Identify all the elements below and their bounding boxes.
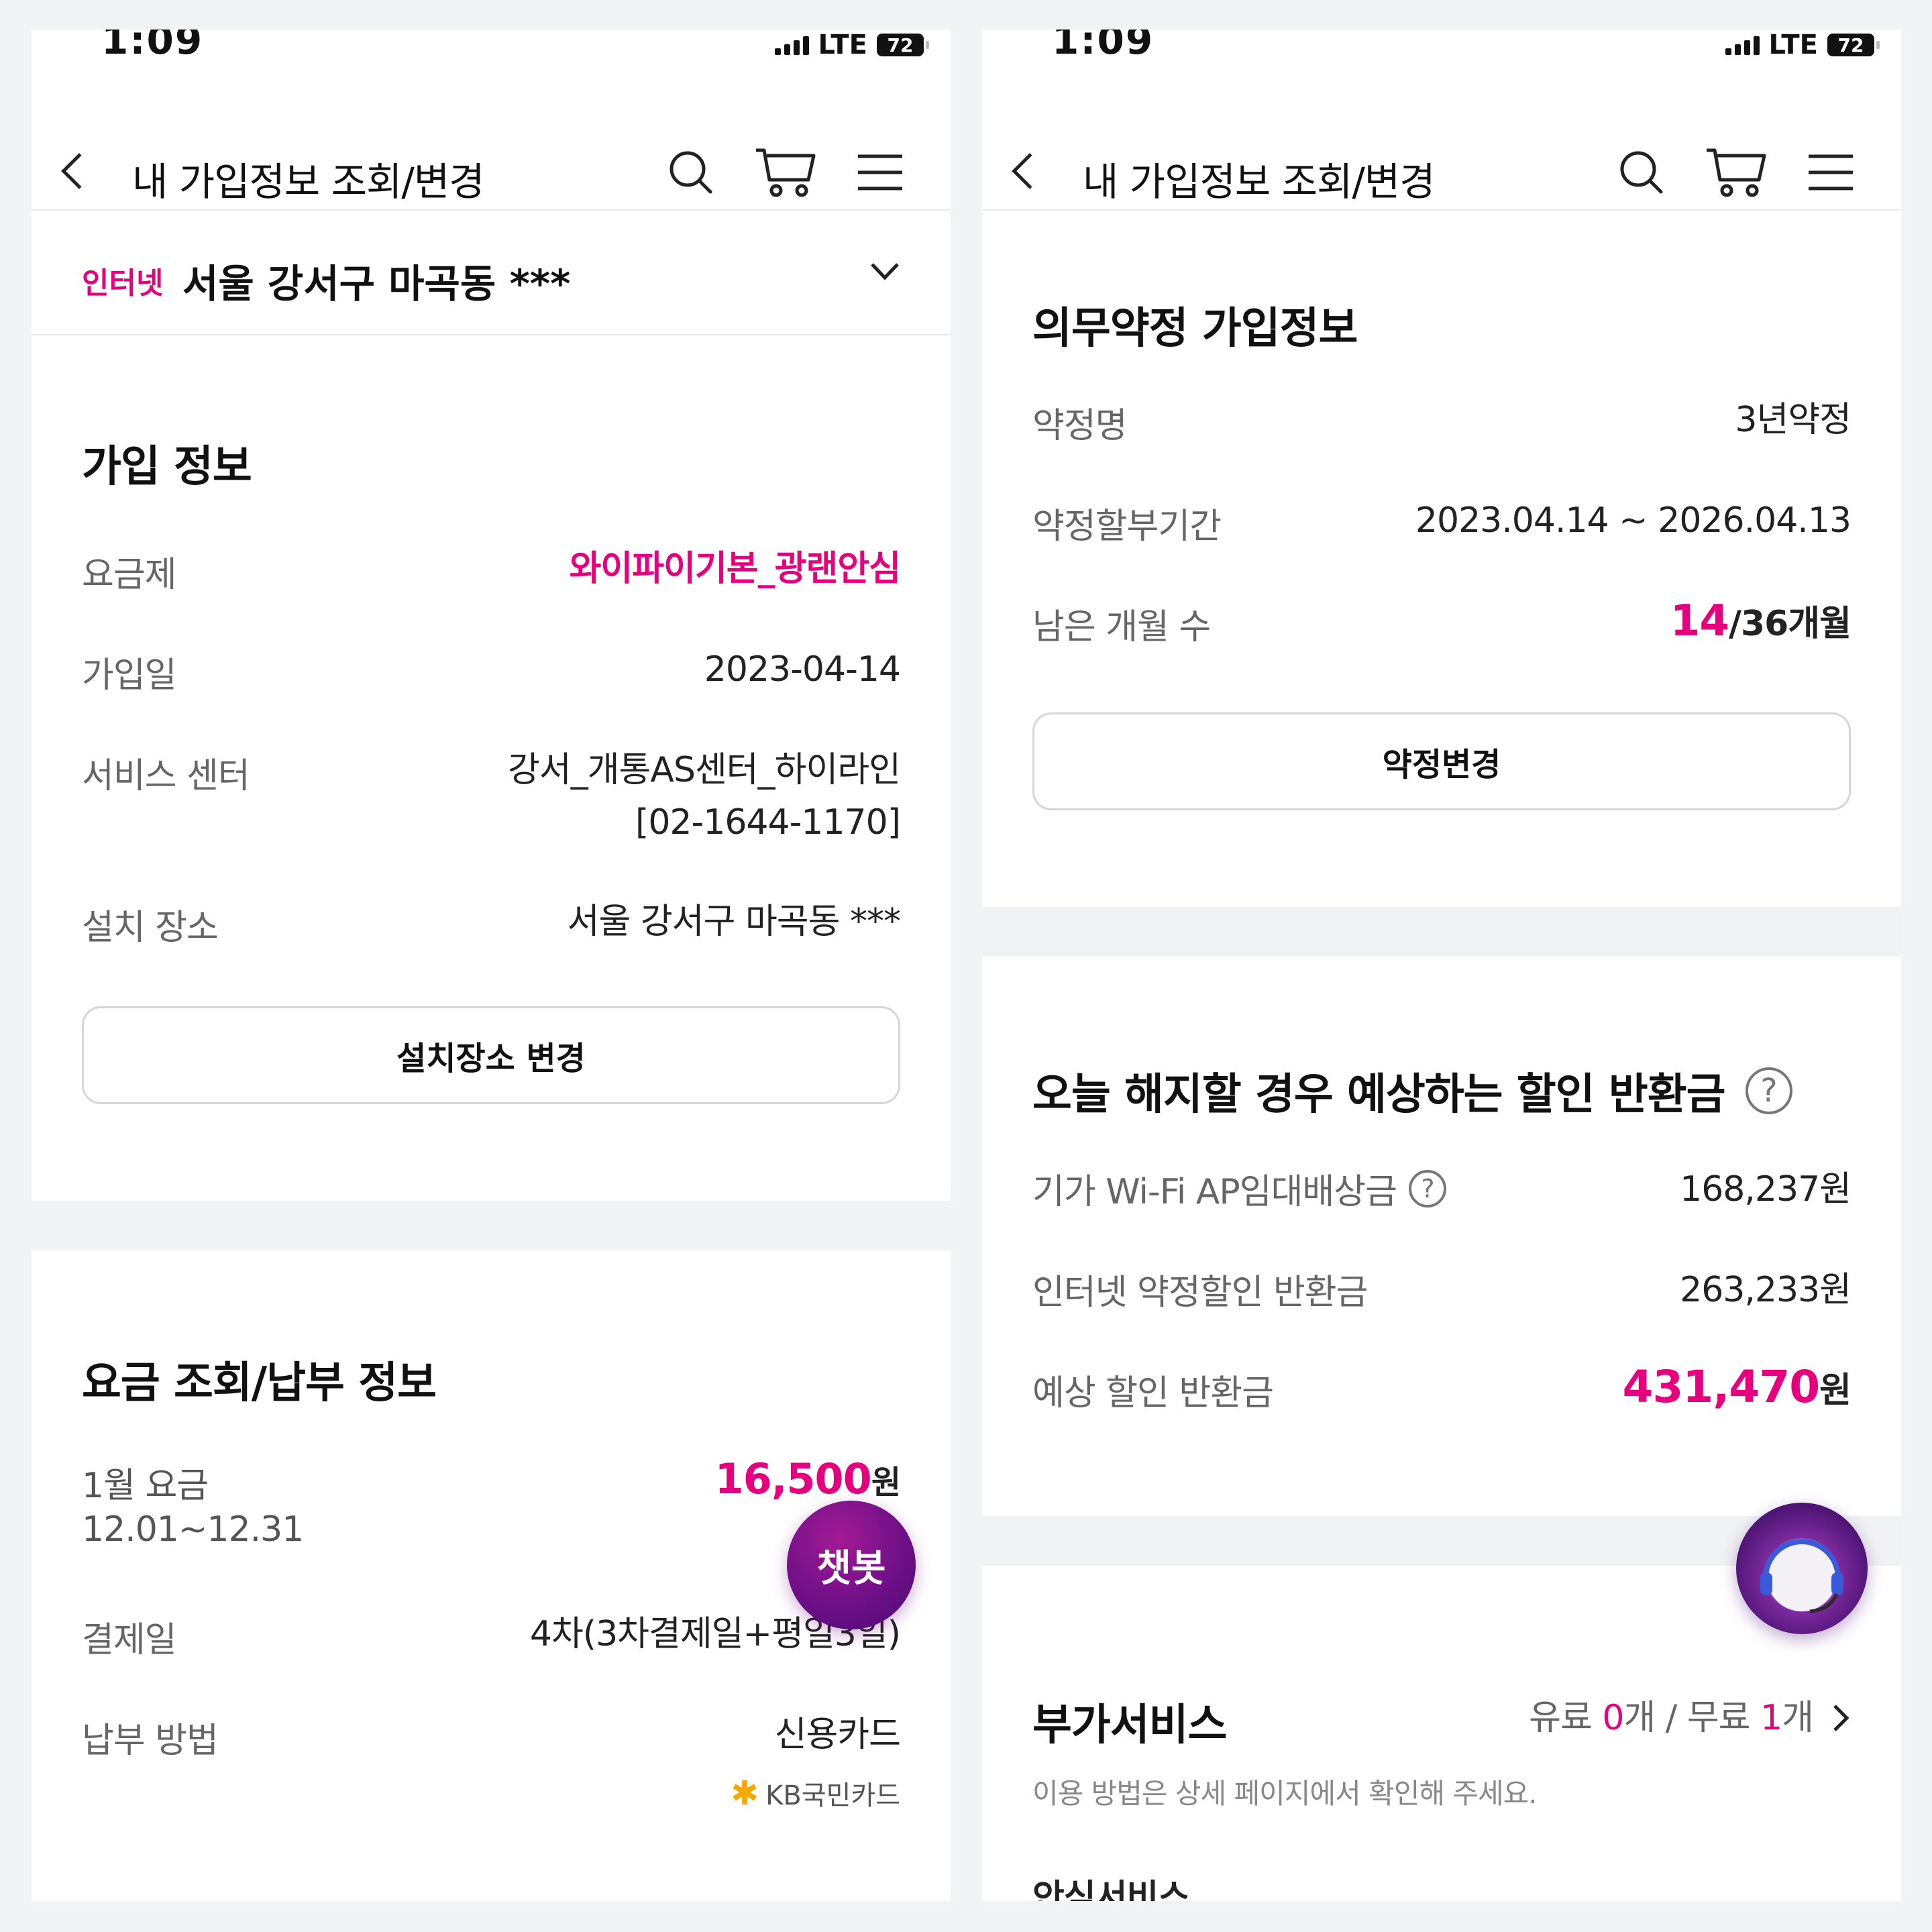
bill-currency: 원 xyxy=(871,1464,901,1501)
plan-value[interactable]: 와이파이기본_광랜안심 xyxy=(570,543,901,595)
change-contract-button[interactable]: 약정변경 xyxy=(1032,712,1851,810)
pay-method-value: 신용카드 xyxy=(774,1715,901,1755)
status-time: 1:09 xyxy=(101,30,204,63)
install-location-value: 서울 강서구 마곡동 *** xyxy=(567,902,901,942)
status-time: 1:09 xyxy=(1052,30,1155,63)
chevron-down-icon[interactable] xyxy=(869,258,900,287)
plan-label: 요금제 xyxy=(82,555,177,595)
left-screen: 1:09 LTE 72 내 가입정보 조회/변경 인터넷 서울 강서구 마곡동 … xyxy=(32,30,951,1901)
cart-icon[interactable] xyxy=(755,146,816,199)
section-divider xyxy=(32,1201,951,1250)
battery-level: 72 xyxy=(887,34,914,56)
bill-amount-value: 16,500 xyxy=(714,1454,872,1503)
contract-period-value: 2023.04.14 ~ 2026.04.13 xyxy=(1415,500,1851,541)
top-nav: 내 가입정보 조회/변경 xyxy=(982,110,1901,211)
addon-separator: / xyxy=(1655,1698,1687,1738)
service-tag: 인터넷 xyxy=(82,266,164,301)
kb-star-icon: ✱ xyxy=(731,1774,759,1813)
search-icon[interactable] xyxy=(1618,149,1665,196)
remaining-total: /36개월 xyxy=(1728,604,1851,644)
total-refund-label: 예상 할인 반환금 xyxy=(1032,1373,1274,1413)
join-info-title: 가입 정보 xyxy=(82,442,252,492)
addon-paid-count: 0 xyxy=(1602,1698,1624,1738)
ap-fee-row-label: 기가 Wi-Fi AP임대배상금 ? xyxy=(1032,1163,1446,1214)
pay-date-label: 결제일 xyxy=(82,1620,177,1660)
kb-card-logo: ✱ KB국민카드 xyxy=(731,1774,900,1813)
addon-free-label: 무료 xyxy=(1686,1698,1751,1738)
refund-title: 오늘 해지할 경우 예상하는 할인 반환금 xyxy=(1032,1070,1725,1120)
battery-icon: 72 xyxy=(1827,34,1880,56)
search-icon[interactable] xyxy=(667,149,714,196)
total-refund-value: 431,470원 xyxy=(1623,1361,1851,1417)
right-screen: 1:09 LTE 72 내 가입정보 조회/변경 의무약정 가입정보 약정명 3… xyxy=(982,30,1901,1901)
ap-fee-label: 기가 Wi-Fi AP임대배상금 xyxy=(1032,1172,1397,1212)
pay-method-label: 납부 방법 xyxy=(82,1721,219,1761)
status-bar: 1:09 LTE 72 xyxy=(982,30,1901,63)
consultant-avatar-button[interactable] xyxy=(1736,1503,1868,1634)
ap-fee-value: 168,237원 xyxy=(1680,1169,1851,1210)
signal-icon xyxy=(774,35,809,55)
service-center-value: 강서_개통AS센터_하이라인 xyxy=(508,750,901,790)
addon-paid-label: 유료 xyxy=(1529,1698,1593,1738)
chevron-right-icon xyxy=(1833,1705,1849,1731)
service-center-label: 서비스 센터 xyxy=(82,756,250,796)
cart-icon[interactable] xyxy=(1705,146,1767,199)
remaining-months-value: 14/36개월 xyxy=(1670,595,1851,650)
total-refund-amount: 431,470 xyxy=(1622,1361,1821,1413)
menu-icon[interactable] xyxy=(857,152,904,193)
menu-icon[interactable] xyxy=(1807,152,1854,193)
section-divider xyxy=(982,907,1901,957)
remaining-count: 14 xyxy=(1670,596,1729,646)
top-nav: 내 가입정보 조회/변경 xyxy=(32,110,951,211)
join-date-value: 2023-04-14 xyxy=(704,649,901,690)
chatbot-label: 챗봇 xyxy=(816,1546,886,1591)
service-selector[interactable]: 인터넷 서울 강서구 마곡동 *** xyxy=(32,212,951,335)
chatbot-button[interactable]: 챗봇 xyxy=(787,1501,916,1629)
billing-title: 요금 조회/납부 정보 xyxy=(82,1358,437,1408)
service-center-phone[interactable]: [02-1644-1170] xyxy=(635,796,901,849)
bill-amount[interactable]: 16,500원 xyxy=(714,1453,901,1509)
contract-name-label: 약정명 xyxy=(1032,406,1128,446)
network-label: LTE xyxy=(1768,30,1818,60)
addon-unit: 개 xyxy=(1623,1698,1656,1738)
addon-count-link[interactable]: 유료 0개 / 무료 1개 xyxy=(1529,1692,1851,1744)
card-brand: KB국민카드 xyxy=(765,1780,900,1811)
addon-next-item[interactable]: 안심서비스 xyxy=(1032,1869,1190,1901)
contract-title: 의무약정 가입정보 xyxy=(1032,304,1358,354)
help-icon[interactable]: ? xyxy=(1408,1169,1446,1208)
join-date-label: 가입일 xyxy=(82,655,177,696)
internet-refund-value: 263,233원 xyxy=(1680,1270,1851,1310)
addon-unit: 개 xyxy=(1782,1698,1814,1738)
install-location-label: 설치 장소 xyxy=(82,908,219,948)
signal-icon xyxy=(1725,35,1760,55)
battery-level: 72 xyxy=(1837,34,1864,56)
page-title: 내 가입정보 조회/변경 xyxy=(132,159,485,205)
help-icon[interactable]: ? xyxy=(1745,1067,1792,1114)
addon-note: 이용 방법은 상세 페이지에서 확인해 주세요. xyxy=(1032,1777,1538,1810)
network-label: LTE xyxy=(818,30,867,60)
addon-title: 부가서비스 xyxy=(1032,1701,1227,1750)
internet-refund-label: 인터넷 약정할인 반환금 xyxy=(1032,1273,1368,1313)
headset-icon xyxy=(1760,1539,1843,1613)
total-refund-currency: 원 xyxy=(1819,1371,1851,1411)
bill-month-label: 1월 요금 xyxy=(82,1466,209,1506)
status-bar: 1:09 LTE 72 xyxy=(32,30,951,63)
addon-free-count: 1 xyxy=(1760,1698,1782,1738)
remaining-months-label: 남은 개월 수 xyxy=(1032,607,1211,647)
refund-title-row: 오늘 해지할 경우 예상하는 할인 반환금 ? xyxy=(1032,1060,1792,1122)
back-icon[interactable] xyxy=(61,153,97,189)
service-address: 서울 강서구 마곡동 *** xyxy=(182,261,571,307)
battery-icon: 72 xyxy=(877,34,929,56)
contract-period-label: 약정할부기간 xyxy=(1032,506,1222,547)
contract-name-value: 3년약정 xyxy=(1735,400,1851,440)
back-icon[interactable] xyxy=(1012,153,1048,189)
page-title: 내 가입정보 조회/변경 xyxy=(1083,159,1436,205)
bill-period: 12.01~12.31 xyxy=(82,1509,304,1550)
change-install-location-button[interactable]: 설치장소 변경 xyxy=(82,1006,900,1104)
